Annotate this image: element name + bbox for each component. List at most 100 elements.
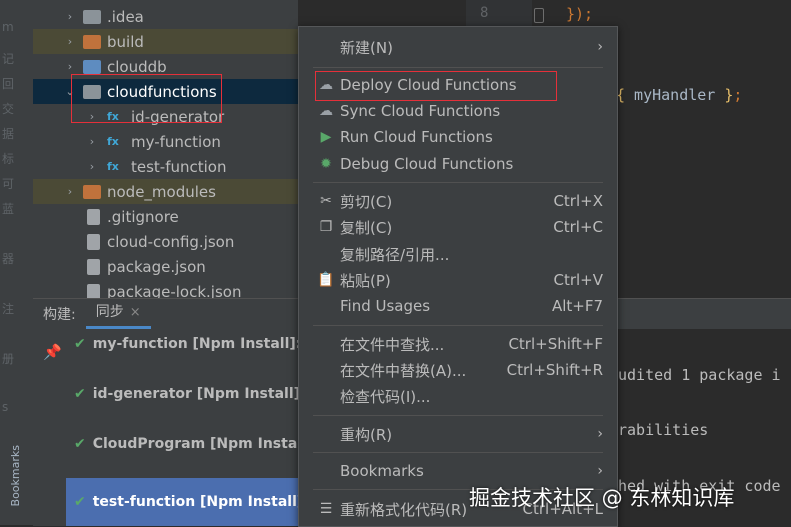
tree-item-build[interactable]: › build bbox=[33, 29, 298, 54]
menu-item-label: Debug Cloud Functions bbox=[340, 155, 514, 173]
tree-item-gitignore[interactable]: .gitignore bbox=[33, 204, 298, 229]
tree-item-cloud-config[interactable]: cloud-config.json bbox=[33, 229, 298, 254]
tree-item-label: test-function bbox=[131, 157, 227, 176]
menu-item-paste[interactable]: 📋 粘贴(P) Ctrl+V bbox=[299, 267, 617, 293]
build-item[interactable]: ✔ my-function [Npm Install]: bbox=[66, 331, 298, 356]
fold-icon[interactable] bbox=[534, 8, 544, 23]
tree-item-package-lock[interactable]: package-lock.json bbox=[33, 279, 298, 298]
menu-item-label: 重构(R) bbox=[340, 425, 393, 444]
copy-icon: ❐ bbox=[319, 219, 333, 235]
tree-item-label: cloud-config.json bbox=[107, 232, 235, 251]
menu-item-label: 检查代码(I)... bbox=[340, 387, 431, 406]
fragment-text: 注 bbox=[2, 302, 15, 316]
chevron-right-icon[interactable]: › bbox=[87, 160, 97, 173]
close-icon[interactable]: × bbox=[130, 305, 141, 320]
tree-item-node-modules[interactable]: › node_modules bbox=[33, 179, 298, 204]
menu-item-refactor[interactable]: 重构(R) › bbox=[299, 421, 617, 447]
tree-item-my-function[interactable]: › fx my-function bbox=[33, 129, 298, 154]
shortcut-label: Ctrl+X bbox=[553, 192, 603, 210]
tree-item-idea[interactable]: › .idea bbox=[33, 4, 298, 29]
menu-item-cut[interactable]: ✂ 剪切(C) Ctrl+X bbox=[299, 188, 617, 214]
json-file-icon bbox=[87, 233, 100, 250]
chevron-right-icon[interactable]: › bbox=[65, 35, 75, 48]
tree-item-label: build bbox=[107, 32, 144, 51]
menu-item-bookmarks[interactable]: Bookmarks › bbox=[299, 458, 617, 484]
chevron-right-icon[interactable]: › bbox=[87, 135, 97, 148]
menu-item-run-cloud-functions[interactable]: ▶ Run Cloud Functions bbox=[299, 124, 617, 150]
cut-icon: ✂ bbox=[320, 193, 332, 209]
build-list: ✔ my-function [Npm Install]: ✔ id-genera… bbox=[66, 329, 298, 526]
tree-item-label: my-function bbox=[131, 132, 221, 151]
menu-item-inspect-code[interactable]: 检查代码(I)... bbox=[299, 383, 617, 409]
json-file-icon bbox=[87, 258, 100, 275]
context-menu: 新建(N) › ☁ Deploy Cloud Functions ☁ Sync … bbox=[298, 26, 618, 527]
fragment-text: s bbox=[2, 400, 9, 414]
left-tool-strip: 记 交 标 蓝 器 注 册 s m 回 据 可 Bookmarks bbox=[0, 0, 34, 525]
fragment-text: 可 bbox=[2, 177, 15, 191]
menu-item-copy[interactable]: ❐ 复制(C) Ctrl+C bbox=[299, 214, 617, 240]
fragment-text: 回 bbox=[2, 77, 15, 91]
reformat-icon: ☰ bbox=[319, 501, 333, 517]
code-token: myHandler bbox=[625, 86, 725, 104]
menu-item-find-usages[interactable]: Find Usages Alt+F7 bbox=[299, 293, 617, 319]
tree-item-label: package-lock.json bbox=[107, 282, 242, 299]
tree-item-test-function[interactable]: › fx test-function bbox=[33, 154, 298, 179]
menu-item-debug-cloud-functions[interactable]: ✹ Debug Cloud Functions bbox=[299, 151, 617, 177]
menu-item-replace-in-files[interactable]: 在文件中替换(A)... Ctrl+Shift+R bbox=[299, 357, 617, 383]
function-icon: fx bbox=[107, 160, 119, 173]
build-item[interactable]: ✔ CloudProgram [Npm Instal bbox=[66, 431, 298, 456]
menu-item-new[interactable]: 新建(N) › bbox=[299, 34, 617, 60]
check-icon: ✔ bbox=[74, 335, 86, 352]
cloud-sync-icon: ☁ bbox=[319, 103, 333, 119]
file-icon bbox=[87, 208, 100, 225]
tree-item-label: .idea bbox=[107, 7, 144, 26]
folder-icon bbox=[83, 184, 101, 199]
menu-separator bbox=[313, 67, 603, 68]
console-line: udited 1 package i bbox=[618, 366, 781, 384]
menu-separator bbox=[313, 452, 603, 453]
check-icon: ✔ bbox=[74, 435, 86, 452]
code-line: }); bbox=[566, 5, 594, 23]
console-line: rabilities bbox=[618, 421, 709, 439]
chevron-right-icon[interactable]: › bbox=[65, 185, 75, 198]
pin-icon[interactable]: 📌 bbox=[43, 343, 62, 361]
tree-item-label: clouddb bbox=[107, 57, 167, 76]
tab-sync[interactable]: 同步 × bbox=[85, 299, 151, 329]
menu-item-sync-cloud-functions[interactable]: ☁ Sync Cloud Functions bbox=[299, 98, 617, 124]
menu-item-label: Sync Cloud Functions bbox=[340, 102, 501, 120]
fragment-text: 蓝 bbox=[2, 202, 15, 216]
menu-item-label: 粘贴(P) bbox=[340, 271, 391, 290]
folder-icon bbox=[83, 59, 101, 74]
chevron-right-icon[interactable]: › bbox=[65, 60, 75, 73]
menu-item-label: Find Usages bbox=[340, 297, 431, 315]
menu-item-label: 重新格式化代码(R) bbox=[340, 500, 468, 519]
menu-item-find-in-files[interactable]: 在文件中查找... Ctrl+Shift+F bbox=[299, 331, 617, 357]
shortcut-label: Ctrl+Shift+R bbox=[506, 361, 603, 379]
shortcut-label: Ctrl+C bbox=[553, 218, 603, 236]
chevron-right-icon[interactable]: › bbox=[65, 10, 75, 23]
tree-item-label: package.json bbox=[107, 257, 206, 276]
bookmarks-tool-button[interactable]: Bookmarks bbox=[9, 445, 23, 506]
menu-item-label: 复制路径/引用... bbox=[340, 245, 450, 264]
build-item-label: test-function [Npm Install] bbox=[92, 494, 298, 510]
highlight-box bbox=[71, 74, 222, 123]
check-icon: ✔ bbox=[74, 385, 86, 402]
menu-item-label: Run Cloud Functions bbox=[340, 128, 493, 146]
fragment-text: 交 bbox=[2, 102, 15, 116]
tree-item-label: node_modules bbox=[107, 182, 216, 201]
menu-item-copy-path[interactable]: 复制路径/引用... bbox=[299, 241, 617, 267]
menu-item-label: 在文件中查找... bbox=[340, 335, 445, 354]
tab-build[interactable]: 构建: bbox=[33, 304, 86, 324]
code-token: ; bbox=[733, 86, 743, 104]
tree-item-package-json[interactable]: package.json bbox=[33, 254, 298, 279]
menu-item-label: 新建(N) bbox=[340, 38, 393, 57]
highlight-box bbox=[315, 71, 557, 101]
menu-separator bbox=[313, 415, 603, 416]
build-item[interactable]: ✔ id-generator [Npm Install]: bbox=[66, 381, 298, 406]
build-item-selected[interactable]: ✔ test-function [Npm Install] bbox=[66, 478, 298, 526]
tab-sync-label: 同步 bbox=[95, 304, 124, 320]
function-icon: fx bbox=[107, 135, 119, 148]
chevron-right-icon: › bbox=[597, 463, 603, 479]
paste-icon: 📋 bbox=[317, 272, 335, 288]
fragment-text: 记 bbox=[2, 52, 15, 66]
